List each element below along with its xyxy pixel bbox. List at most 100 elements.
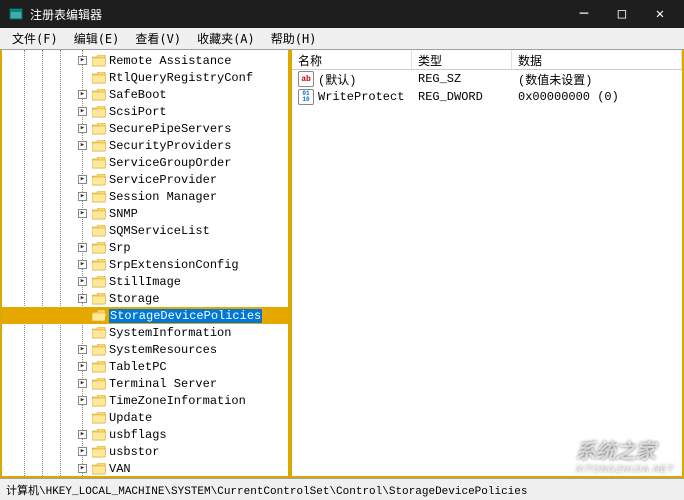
close-button[interactable]: ✕ (650, 4, 670, 24)
folder-icon (92, 327, 106, 339)
expand-icon[interactable]: ▸ (78, 175, 87, 184)
expand-icon[interactable]: ▸ (78, 379, 87, 388)
tree-node-label: SrpExtensionConfig (109, 258, 239, 272)
content-area: ▸Remote AssistanceRtlQueryRegistryConf▸S… (0, 50, 684, 478)
expand-icon[interactable]: ▸ (78, 260, 87, 269)
tree-node[interactable]: ▸SecurityProviders (2, 137, 288, 154)
header-data[interactable]: 数据 (512, 50, 682, 69)
tree-node-label: ScsiPort (109, 105, 167, 119)
value-name-cell: 0110WriteProtect (292, 89, 412, 105)
menu-help[interactable]: 帮助(H) (263, 28, 325, 49)
tree-node[interactable]: ▸Srp (2, 239, 288, 256)
tree-node[interactable]: ▸TabletPC (2, 358, 288, 375)
values-list: ab(默认)REG_SZ(数值未设置)0110WriteProtectREG_D… (292, 70, 682, 106)
tree-node-label: Storage (109, 292, 159, 306)
registry-tree: ▸Remote AssistanceRtlQueryRegistryConf▸S… (2, 50, 288, 476)
tree-node[interactable]: Update (2, 409, 288, 426)
tree-connector (78, 413, 87, 422)
menu-file[interactable]: 文件(F) (4, 28, 66, 49)
folder-icon (92, 276, 106, 288)
tree-node-label: SystemResources (109, 343, 217, 357)
tree-node[interactable]: ▸Remote Assistance (2, 52, 288, 69)
tree-node-label: SecurePipeServers (109, 122, 231, 136)
tree-node[interactable]: ▸Session Manager (2, 188, 288, 205)
values-pane[interactable]: 名称 类型 数据 ab(默认)REG_SZ(数值未设置)0110WritePro… (292, 50, 682, 476)
expand-icon[interactable]: ▸ (78, 430, 87, 439)
folder-icon (92, 225, 106, 237)
folder-icon (92, 157, 106, 169)
tree-node[interactable]: ServiceGroupOrder (2, 154, 288, 171)
folder-icon (92, 55, 106, 67)
tree-node[interactable]: ▸StillImage (2, 273, 288, 290)
tree-node-label: usbflags (109, 428, 167, 442)
tree-node-label: SNMP (109, 207, 138, 221)
dword-value-icon: 0110 (298, 89, 314, 105)
value-type-cell: REG_SZ (412, 72, 512, 86)
tree-node[interactable]: ▸ServiceProvider (2, 171, 288, 188)
folder-icon (92, 395, 106, 407)
tree-node[interactable]: SystemInformation (2, 324, 288, 341)
tree-node[interactable]: ▸usbstor (2, 443, 288, 460)
tree-node-label: ServiceGroupOrder (109, 156, 231, 170)
expand-icon[interactable]: ▸ (78, 141, 87, 150)
titlebar[interactable]: 注册表编辑器 ─ □ ✕ (0, 0, 684, 28)
expand-icon[interactable]: ▸ (78, 124, 87, 133)
folder-icon (92, 361, 106, 373)
tree-node[interactable]: ▸VAN (2, 460, 288, 476)
tree-node[interactable]: ▸ SecurePipeServers (2, 120, 288, 137)
expand-icon[interactable]: ▸ (78, 192, 87, 201)
expand-icon[interactable]: ▸ (78, 277, 87, 286)
expand-icon[interactable]: ▸ (78, 294, 87, 303)
folder-icon (92, 378, 106, 390)
expand-icon[interactable]: ▸ (78, 464, 87, 473)
tree-node[interactable]: ▸ SafeBoot (2, 86, 288, 103)
tree-connector (78, 158, 87, 167)
value-name-cell: ab(默认) (292, 71, 412, 88)
folder-icon (92, 208, 106, 220)
folder-icon (92, 242, 106, 254)
tree-node[interactable]: ▸ Terminal Server (2, 375, 288, 392)
tree-node-label: RtlQueryRegistryConf (109, 71, 253, 85)
header-type[interactable]: 类型 (412, 50, 512, 69)
tree-node[interactable]: ▸ usbflags (2, 426, 288, 443)
expand-icon[interactable]: ▸ (78, 362, 87, 371)
tree-node[interactable]: ▸ SNMP (2, 205, 288, 222)
menu-favorites[interactable]: 收藏夹(A) (189, 28, 263, 49)
maximize-button[interactable]: □ (612, 4, 632, 24)
value-row[interactable]: 0110WriteProtectREG_DWORD0x00000000 (0) (292, 88, 682, 106)
value-row[interactable]: ab(默认)REG_SZ(数值未设置) (292, 70, 682, 88)
tree-node[interactable]: ▸ SystemResources (2, 341, 288, 358)
folder-icon (92, 174, 106, 186)
folder-icon (92, 429, 106, 441)
tree-node-label: SafeBoot (109, 88, 167, 102)
expand-icon[interactable]: ▸ (78, 209, 87, 218)
tree-pane[interactable]: ▸Remote AssistanceRtlQueryRegistryConf▸S… (2, 50, 292, 476)
expand-icon[interactable]: ▸ (78, 243, 87, 252)
app-icon (8, 6, 24, 22)
tree-node[interactable]: ▸ Storage (2, 290, 288, 307)
expand-icon[interactable]: ▸ (78, 90, 87, 99)
folder-icon (92, 89, 106, 101)
value-type-cell: REG_DWORD (412, 90, 512, 104)
expand-icon[interactable]: ▸ (78, 56, 87, 65)
menu-edit[interactable]: 编辑(E) (66, 28, 128, 49)
folder-icon (92, 140, 106, 152)
tree-node[interactable]: ▸ SrpExtensionConfig (2, 256, 288, 273)
tree-node[interactable]: StorageDevicePolicies (2, 307, 288, 324)
tree-node[interactable]: ▸TimeZoneInformation (2, 392, 288, 409)
menu-view[interactable]: 查看(V) (127, 28, 189, 49)
tree-node[interactable]: RtlQueryRegistryConf (2, 69, 288, 86)
folder-icon (92, 412, 106, 424)
expand-icon[interactable]: ▸ (78, 107, 87, 116)
folder-icon (92, 72, 106, 84)
tree-node[interactable]: ▸ ScsiPort (2, 103, 288, 120)
tree-node[interactable]: SQMServiceList (2, 222, 288, 239)
expand-icon[interactable]: ▸ (78, 447, 87, 456)
expand-icon[interactable]: ▸ (78, 396, 87, 405)
tree-node-label: Terminal Server (109, 377, 217, 391)
tree-node-label: SQMServiceList (109, 224, 210, 238)
header-name[interactable]: 名称 (292, 50, 412, 69)
value-data-cell: (数值未设置) (512, 71, 682, 88)
expand-icon[interactable]: ▸ (78, 345, 87, 354)
minimize-button[interactable]: ─ (574, 4, 594, 24)
